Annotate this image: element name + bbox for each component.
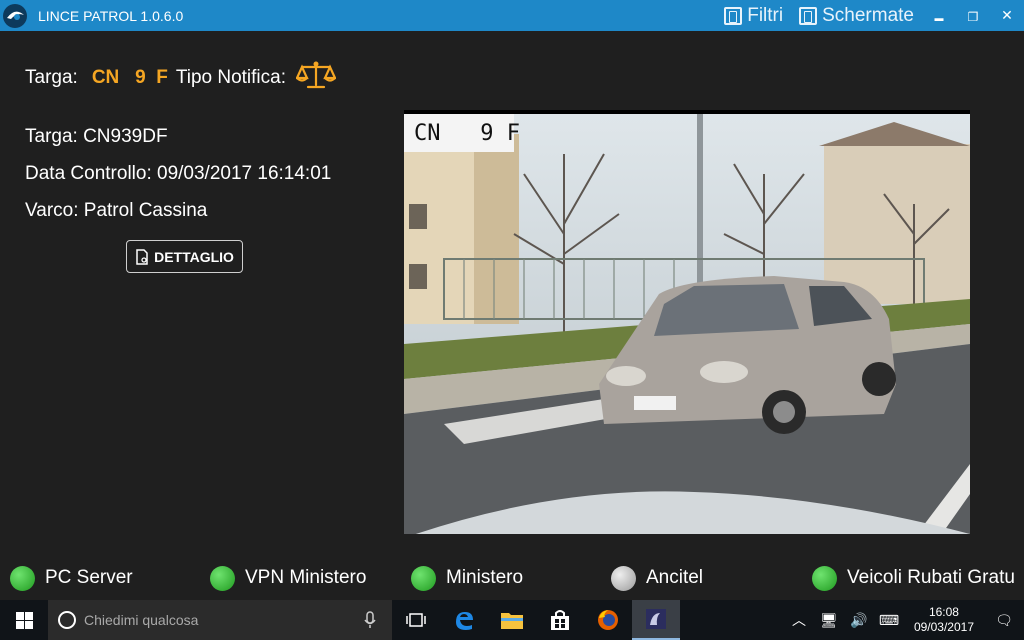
status-ministero: Ministero bbox=[411, 560, 523, 596]
detail-data-controllo: Data Controllo: 09/03/2017 16:14:01 bbox=[25, 163, 332, 184]
taskbar-explorer[interactable] bbox=[488, 600, 536, 640]
status-label: Ministero bbox=[446, 567, 524, 588]
status-row: PC Server VPN Ministero Ministero Ancite… bbox=[0, 560, 1024, 596]
status-label: Veicoli Rubati Gratu bbox=[847, 567, 1015, 588]
filters-label: Filtri bbox=[747, 4, 784, 26]
task-view-button[interactable] bbox=[392, 600, 440, 640]
window-title: LINCE PATROL 1.0.6.0 bbox=[38, 7, 184, 24]
lince-logo-icon bbox=[0, 0, 30, 31]
filters-button[interactable]: Filtri bbox=[716, 5, 791, 27]
status-ancitel: Ancitel bbox=[611, 560, 703, 596]
status-label: PC Server bbox=[45, 567, 133, 588]
minimize-icon: ▬ bbox=[934, 12, 944, 23]
network-icon[interactable]: 🖥 bbox=[814, 612, 844, 629]
start-button[interactable] bbox=[0, 600, 48, 640]
close-icon: ✕ bbox=[1001, 7, 1013, 23]
clock-time: 16:08 bbox=[928, 605, 959, 619]
status-label: Ancitel bbox=[646, 567, 704, 588]
status-dot-icon bbox=[10, 565, 35, 591]
taskbar-lince[interactable] bbox=[632, 600, 680, 640]
status-dot-icon bbox=[812, 565, 837, 591]
minimize-button[interactable]: ▬ bbox=[922, 8, 956, 24]
screens-icon bbox=[799, 6, 818, 25]
taskbar-store[interactable] bbox=[536, 600, 584, 640]
title-bar: LINCE PATROL 1.0.6.0 Filtri Schermate ▬ … bbox=[0, 0, 1024, 31]
status-dot-icon bbox=[611, 565, 636, 591]
status-veicoli-rubati: Veicoli Rubati Gratu bbox=[812, 560, 1024, 596]
detail-varco: Varco: Patrol Cassina bbox=[25, 200, 208, 221]
cortana-icon bbox=[58, 611, 76, 629]
street-scene-image bbox=[404, 114, 970, 534]
firefox-icon bbox=[598, 610, 618, 630]
dettaglio-button[interactable]: DETTAGLIO bbox=[126, 240, 243, 273]
lince-app-icon bbox=[646, 609, 666, 629]
taskbar-edge[interactable] bbox=[440, 600, 488, 640]
windows-taskbar: Chiedimi qualcosa ︿ 🖥 🔊 ⌨ 16:08 09/03/20… bbox=[0, 600, 1024, 640]
edge-icon bbox=[456, 612, 473, 630]
detail-targa: Targa: CN939DF bbox=[25, 126, 168, 147]
notification-header: Targa: CN 9 F Tipo Notifica: bbox=[25, 60, 337, 96]
search-placeholder: Chiedimi qualcosa bbox=[84, 612, 199, 628]
document-icon bbox=[136, 248, 148, 265]
scale-icon bbox=[295, 60, 337, 96]
store-icon bbox=[551, 610, 569, 630]
vehicle-photo: CN 9 F bbox=[404, 110, 970, 534]
close-button[interactable]: ✕ bbox=[990, 7, 1024, 24]
status-pc-server: PC Server bbox=[10, 560, 133, 596]
task-view-icon bbox=[406, 613, 426, 627]
plate-crop: CN 9 F bbox=[404, 114, 520, 152]
status-vpn-ministero: VPN Ministero bbox=[210, 560, 366, 596]
screens-button[interactable]: Schermate bbox=[791, 5, 922, 27]
clock-date: 09/03/2017 bbox=[913, 620, 974, 634]
filter-icon bbox=[724, 6, 743, 25]
targa-value: CN 9 F bbox=[91, 67, 168, 88]
dettaglio-label: DETTAGLIO bbox=[154, 248, 234, 265]
targa-label: Targa: bbox=[25, 67, 78, 88]
volume-icon[interactable]: 🔊 bbox=[844, 612, 874, 629]
status-label: VPN Ministero bbox=[245, 567, 367, 588]
screens-label: Schermate bbox=[822, 4, 914, 26]
folder-icon bbox=[501, 613, 523, 629]
status-dot-icon bbox=[210, 565, 235, 591]
vehicle-details: Targa: CN939DF Data Controllo: 09/03/201… bbox=[25, 118, 331, 229]
taskbar-clock[interactable]: 16:08 09/03/2017 bbox=[904, 605, 984, 635]
status-dot-icon bbox=[411, 565, 436, 591]
windows-icon bbox=[15, 611, 33, 629]
maximize-icon: ❐ bbox=[967, 9, 979, 24]
maximize-button[interactable]: ❐ bbox=[956, 8, 990, 24]
microphone-icon[interactable] bbox=[364, 611, 376, 629]
keyboard-icon[interactable]: ⌨ bbox=[874, 612, 904, 629]
taskbar-firefox[interactable] bbox=[584, 600, 632, 640]
system-tray: ︿ 🖥 🔊 ⌨ 16:08 09/03/2017 🗨 bbox=[784, 600, 1024, 640]
cortana-search[interactable]: Chiedimi qualcosa bbox=[48, 600, 392, 640]
notifications-icon[interactable]: 🗨 bbox=[984, 612, 1024, 629]
chevron-up-icon[interactable]: ︿ bbox=[784, 610, 814, 630]
tipo-notifica-label: Tipo Notifica: bbox=[175, 67, 286, 88]
